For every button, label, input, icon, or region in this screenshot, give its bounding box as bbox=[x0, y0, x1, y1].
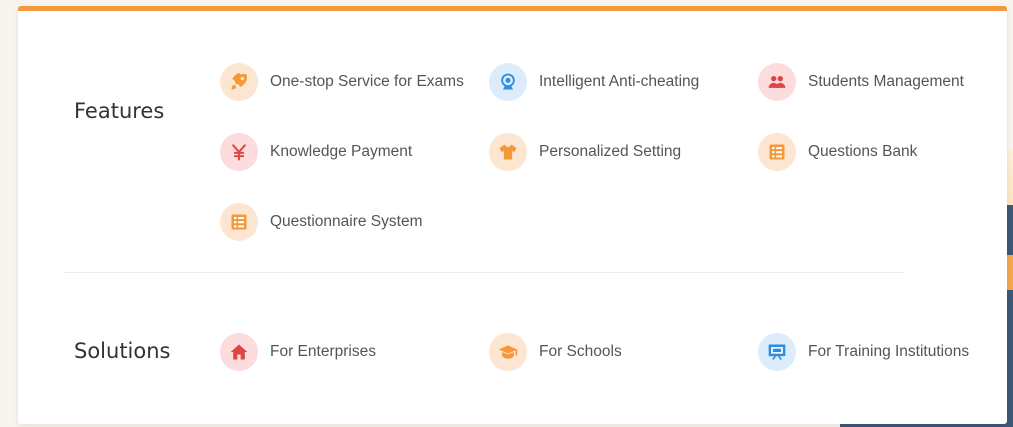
menu-item-one-stop-service[interactable]: One-stop Service for Exams bbox=[220, 63, 464, 101]
dropdown-menu-panel: Features One-stop Service for Exams Inte… bbox=[18, 6, 1007, 424]
menu-item-label: Questionnaire System bbox=[270, 213, 423, 230]
users-icon bbox=[758, 63, 796, 101]
rocket-icon bbox=[220, 63, 258, 101]
menu-item-label: For Enterprises bbox=[270, 343, 376, 360]
menu-item-label: Personalized Setting bbox=[539, 143, 682, 160]
menu-item-label: Questions Bank bbox=[808, 143, 918, 160]
yen-icon bbox=[220, 133, 258, 171]
features-section-title: Features bbox=[74, 99, 165, 123]
menu-item-for-training-institutions[interactable]: For Training Institutions bbox=[758, 333, 969, 371]
menu-item-personalized-setting[interactable]: Personalized Setting bbox=[489, 133, 681, 171]
presentation-board-icon bbox=[758, 333, 796, 371]
menu-item-for-schools[interactable]: For Schools bbox=[489, 333, 622, 371]
menu-item-anti-cheating[interactable]: Intelligent Anti-cheating bbox=[489, 63, 699, 101]
menu-item-label: Intelligent Anti-cheating bbox=[539, 73, 700, 90]
menu-item-students-management[interactable]: Students Management bbox=[758, 63, 964, 101]
menu-item-label: For Schools bbox=[539, 343, 622, 360]
menu-item-questions-bank[interactable]: Questions Bank bbox=[758, 133, 917, 171]
section-divider bbox=[64, 272, 904, 273]
menu-item-label: Students Management bbox=[808, 73, 964, 90]
webcam-icon bbox=[489, 63, 527, 101]
solutions-section-title: Solutions bbox=[74, 339, 171, 363]
shirt-icon bbox=[489, 133, 527, 171]
menu-item-label: One-stop Service for Exams bbox=[270, 73, 464, 90]
list-icon bbox=[220, 203, 258, 241]
list-icon bbox=[758, 133, 796, 171]
graduation-cap-icon bbox=[489, 333, 527, 371]
house-icon bbox=[220, 333, 258, 371]
menu-item-knowledge-payment[interactable]: Knowledge Payment bbox=[220, 133, 412, 171]
menu-item-for-enterprises[interactable]: For Enterprises bbox=[220, 333, 376, 371]
menu-item-questionnaire-system[interactable]: Questionnaire System bbox=[220, 203, 423, 241]
menu-item-label: For Training Institutions bbox=[808, 343, 970, 360]
menu-item-label: Knowledge Payment bbox=[270, 143, 413, 160]
